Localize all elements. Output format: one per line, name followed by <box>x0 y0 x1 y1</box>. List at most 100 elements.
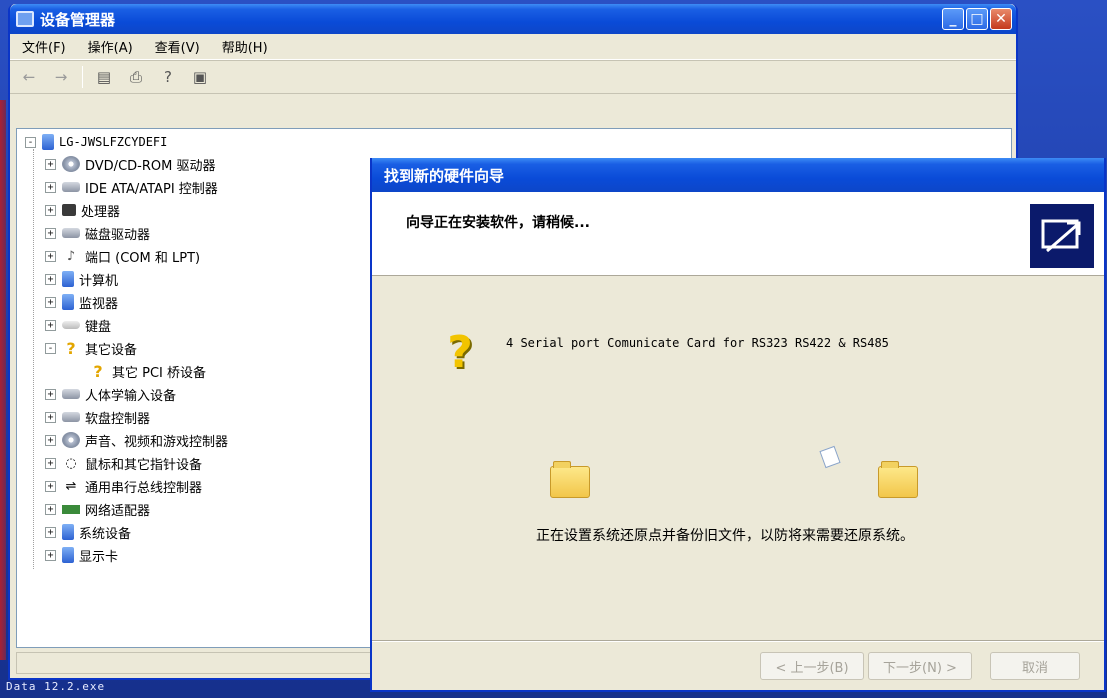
expand-icon[interactable]: + <box>45 319 56 331</box>
file-transfer-icon <box>819 445 841 469</box>
destination-folder-icon <box>878 461 918 498</box>
tree-item-label: 显示卡 <box>79 549 119 565</box>
status-text: 正在设置系统还原点并备份旧文件，以防将来需要还原系统。 <box>536 528 914 544</box>
tree-item-label: 计算机 <box>79 273 119 289</box>
tree-item-computer[interactable]: + 计算机 <box>45 268 118 290</box>
monitor-icon <box>62 524 74 540</box>
drive-icon <box>62 228 80 238</box>
expand-icon[interactable]: + <box>45 503 56 515</box>
tree-root[interactable]: - LG-JWSLFZCYDEFI <box>25 131 167 153</box>
device-name: 4 Serial port Comunicate Card for RS323 … <box>506 336 889 350</box>
monitor-icon <box>62 271 74 287</box>
menu-file[interactable]: 文件(F) <box>18 35 70 58</box>
tree-item-network[interactable]: + 网络适配器 <box>45 498 150 520</box>
tree-item-label: 磁盘驱动器 <box>85 227 151 243</box>
tree-item-system[interactable]: + 系统设备 <box>45 521 131 543</box>
menu-action[interactable]: 操作(A) <box>84 35 137 58</box>
wizard-titlebar[interactable]: 找到新的硬件向导 <box>372 158 1104 192</box>
hardware-wizard-dialog: 找到新的硬件向导 向导正在安装软件，请稍候... ? 4 Serial port… <box>370 158 1106 692</box>
refresh-icon[interactable]: ▣ <box>189 66 211 88</box>
forward-arrow-icon[interactable]: → <box>50 66 72 88</box>
tree-item-label: 鼠标和其它指针设备 <box>85 457 203 473</box>
tree-item-label: 通用串行总线控制器 <box>85 480 203 496</box>
expand-icon[interactable]: + <box>45 388 56 400</box>
expand-icon[interactable]: + <box>45 434 56 446</box>
hid-icon <box>62 389 80 399</box>
expand-icon[interactable]: + <box>45 181 56 193</box>
mouse-icon: ◌ <box>65 455 77 471</box>
tree-item-processor[interactable]: + 处理器 <box>45 199 120 221</box>
tree-item-label: 其它设备 <box>85 342 138 358</box>
minimize-button[interactable]: _ <box>942 8 964 30</box>
drive-icon <box>62 412 80 422</box>
collapse-icon[interactable]: - <box>45 342 56 354</box>
close-button[interactable]: ✕ <box>990 8 1012 30</box>
collapse-icon[interactable]: - <box>25 136 36 148</box>
tree-item-label: 软盘控制器 <box>85 411 151 427</box>
tree-item-floppy[interactable]: + 软盘控制器 <box>45 406 150 428</box>
next-button[interactable]: 下一步(N) > <box>868 652 972 680</box>
cancel-button[interactable]: 取消 <box>990 652 1080 680</box>
expand-icon[interactable]: + <box>45 480 56 492</box>
tree-item-hid[interactable]: + 人体学输入设备 <box>45 383 176 405</box>
disk-icon <box>62 156 80 172</box>
menubar: 文件(F) 操作(A) 查看(V) 帮助(H) <box>10 34 1016 60</box>
wizard-header-text: 向导正在安装软件，请稍候... <box>406 215 590 231</box>
tree-item-label: IDE ATA/ATAPI 控制器 <box>85 181 218 197</box>
tree-item-label: 网络适配器 <box>85 503 151 519</box>
maximize-button[interactable]: □ <box>966 8 988 30</box>
tree-item-ide[interactable]: + IDE ATA/ATAPI 控制器 <box>45 176 218 198</box>
expand-icon[interactable]: + <box>45 526 56 538</box>
expand-icon[interactable]: + <box>45 227 56 239</box>
expand-icon[interactable]: + <box>45 549 56 561</box>
network-icon <box>62 504 80 514</box>
wizard-separator <box>372 640 1104 642</box>
properties-icon[interactable]: ▤ <box>93 66 115 88</box>
wizard-header: 向导正在安装软件，请稍候... <box>372 192 1104 276</box>
tree-item-display[interactable]: + 显示卡 <box>45 544 118 566</box>
tree-item-other-devices[interactable]: - ? 其它设备 <box>45 337 137 359</box>
tree-item-sound[interactable]: + 声音、视频和游戏控制器 <box>45 429 228 451</box>
tree-item-usb[interactable]: + ⇌ 通用串行总线控制器 <box>45 475 202 497</box>
menu-view[interactable]: 查看(V) <box>151 35 204 58</box>
tree-item-ports[interactable]: + ♪ 端口 (COM 和 LPT) <box>45 245 200 267</box>
expand-icon[interactable]: + <box>45 296 56 308</box>
tree-item-label: 键盘 <box>85 319 112 335</box>
tree-item-pci-bridge[interactable]: ? 其它 PCI 桥设备 <box>89 360 206 382</box>
tree-item-disk[interactable]: + 磁盘驱动器 <box>45 222 150 244</box>
back-button[interactable]: < 上一步(B) <box>760 652 864 680</box>
monitor-icon <box>62 294 74 310</box>
expand-icon[interactable]: + <box>45 158 56 170</box>
tree-item-monitor[interactable]: + 监视器 <box>45 291 118 313</box>
tree-item-mouse[interactable]: + ◌ 鼠标和其它指针设备 <box>45 452 202 474</box>
sound-icon <box>62 432 80 448</box>
tree-lines <box>33 149 34 569</box>
source-folder-icon <box>550 461 590 498</box>
expand-icon[interactable]: + <box>45 204 56 216</box>
usb-icon: ⇌ <box>65 478 77 494</box>
expand-icon[interactable]: + <box>45 250 56 262</box>
desktop-edge <box>0 100 6 660</box>
keyboard-icon <box>62 321 80 329</box>
tree-item-keyboard[interactable]: + 键盘 <box>45 314 111 336</box>
print-icon[interactable]: ⎙ <box>125 66 147 88</box>
question-icon: ? <box>66 338 76 358</box>
tree-item-label: 其它 PCI 桥设备 <box>112 365 207 381</box>
back-arrow-icon[interactable]: ← <box>18 66 40 88</box>
device-manager-titlebar[interactable]: 设备管理器 _ □ ✕ <box>10 4 1016 34</box>
expand-icon[interactable]: + <box>45 273 56 285</box>
hardware-install-icon <box>1030 204 1094 268</box>
tree-root-label: LG-JWSLFZCYDEFI <box>59 135 168 149</box>
question-icon: ? <box>93 361 103 381</box>
tree-item-label: DVD/CD-ROM 驱动器 <box>85 158 216 174</box>
tree-item-label: 人体学输入设备 <box>85 388 177 404</box>
help-icon[interactable]: ? <box>157 66 179 88</box>
expand-icon[interactable]: + <box>45 411 56 423</box>
expand-icon[interactable]: + <box>45 457 56 469</box>
tree-item-dvd[interactable]: + DVD/CD-ROM 驱动器 <box>45 153 215 175</box>
window-title: 设备管理器 <box>40 10 116 29</box>
chip-icon <box>62 204 76 216</box>
tree-item-label: 系统设备 <box>79 526 132 542</box>
menu-help[interactable]: 帮助(H) <box>218 35 272 58</box>
toolbar-separator <box>82 66 83 88</box>
